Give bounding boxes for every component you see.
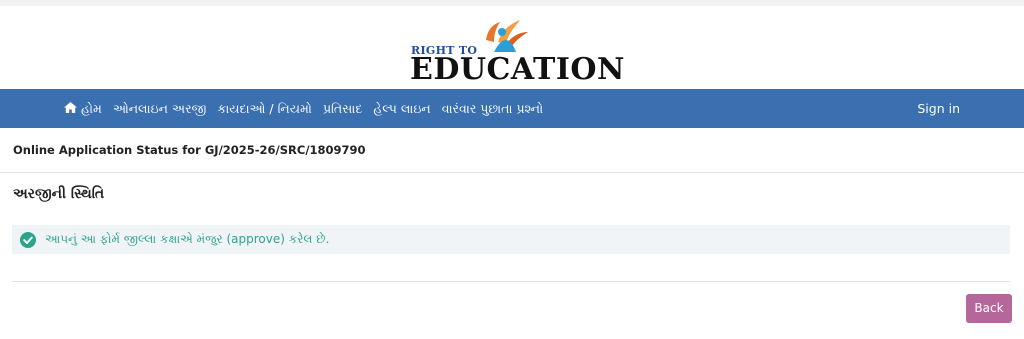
nav-item-laws-rules[interactable]: કાયદાઓ / નિયમો [217, 101, 312, 117]
nav-item-feedback[interactable]: પ્રતિસાદ [323, 101, 362, 117]
back-button[interactable]: Back [966, 294, 1012, 323]
application-status-heading: Online Application Status for GJ/2025-26… [13, 143, 366, 157]
status-alert: આપનું આ ફોર્મ જીલ્લા કક્ષાએ મંજુર (appro… [12, 225, 1010, 254]
nav-item-home[interactable]: હોમ [64, 101, 102, 117]
main-navbar: હોમ ઓનલાઇન અરજી કાયદાઓ / નિયમો પ્રતિસાદ … [0, 89, 1024, 128]
divider [12, 281, 1010, 282]
sign-in-link[interactable]: Sign in [917, 89, 960, 128]
home-icon [64, 101, 77, 116]
nav-item-faq[interactable]: વારંવાર પુછાતા પ્રશ્નો [442, 101, 543, 117]
status-heading-bar: Online Application Status for GJ/2025-26… [0, 128, 1024, 173]
logo-text-big: EDUCATION [410, 52, 625, 87]
section-title: અરજીની સ્થિતિ [13, 186, 105, 202]
check-circle-icon [20, 232, 36, 252]
nav-item-helpline[interactable]: હેલ્પ લાઇન [373, 101, 430, 117]
nav-menu: હોમ ઓનલાઇન અરજી કાયદાઓ / નિયમો પ્રતિસાદ … [64, 89, 554, 128]
header: RIGHT TO EDUCATION [0, 6, 1024, 89]
alert-message: આપનું આ ફોર્મ જીલ્લા કક્ષાએ મંજુર (appro… [45, 232, 330, 246]
nav-item-online-application[interactable]: ઓનલાઇન અરજી [113, 101, 207, 117]
nav-item-home-label: હોમ [81, 100, 102, 116]
rte-logo[interactable]: RIGHT TO EDUCATION [410, 18, 624, 87]
logo-figure-icon [486, 20, 528, 52]
